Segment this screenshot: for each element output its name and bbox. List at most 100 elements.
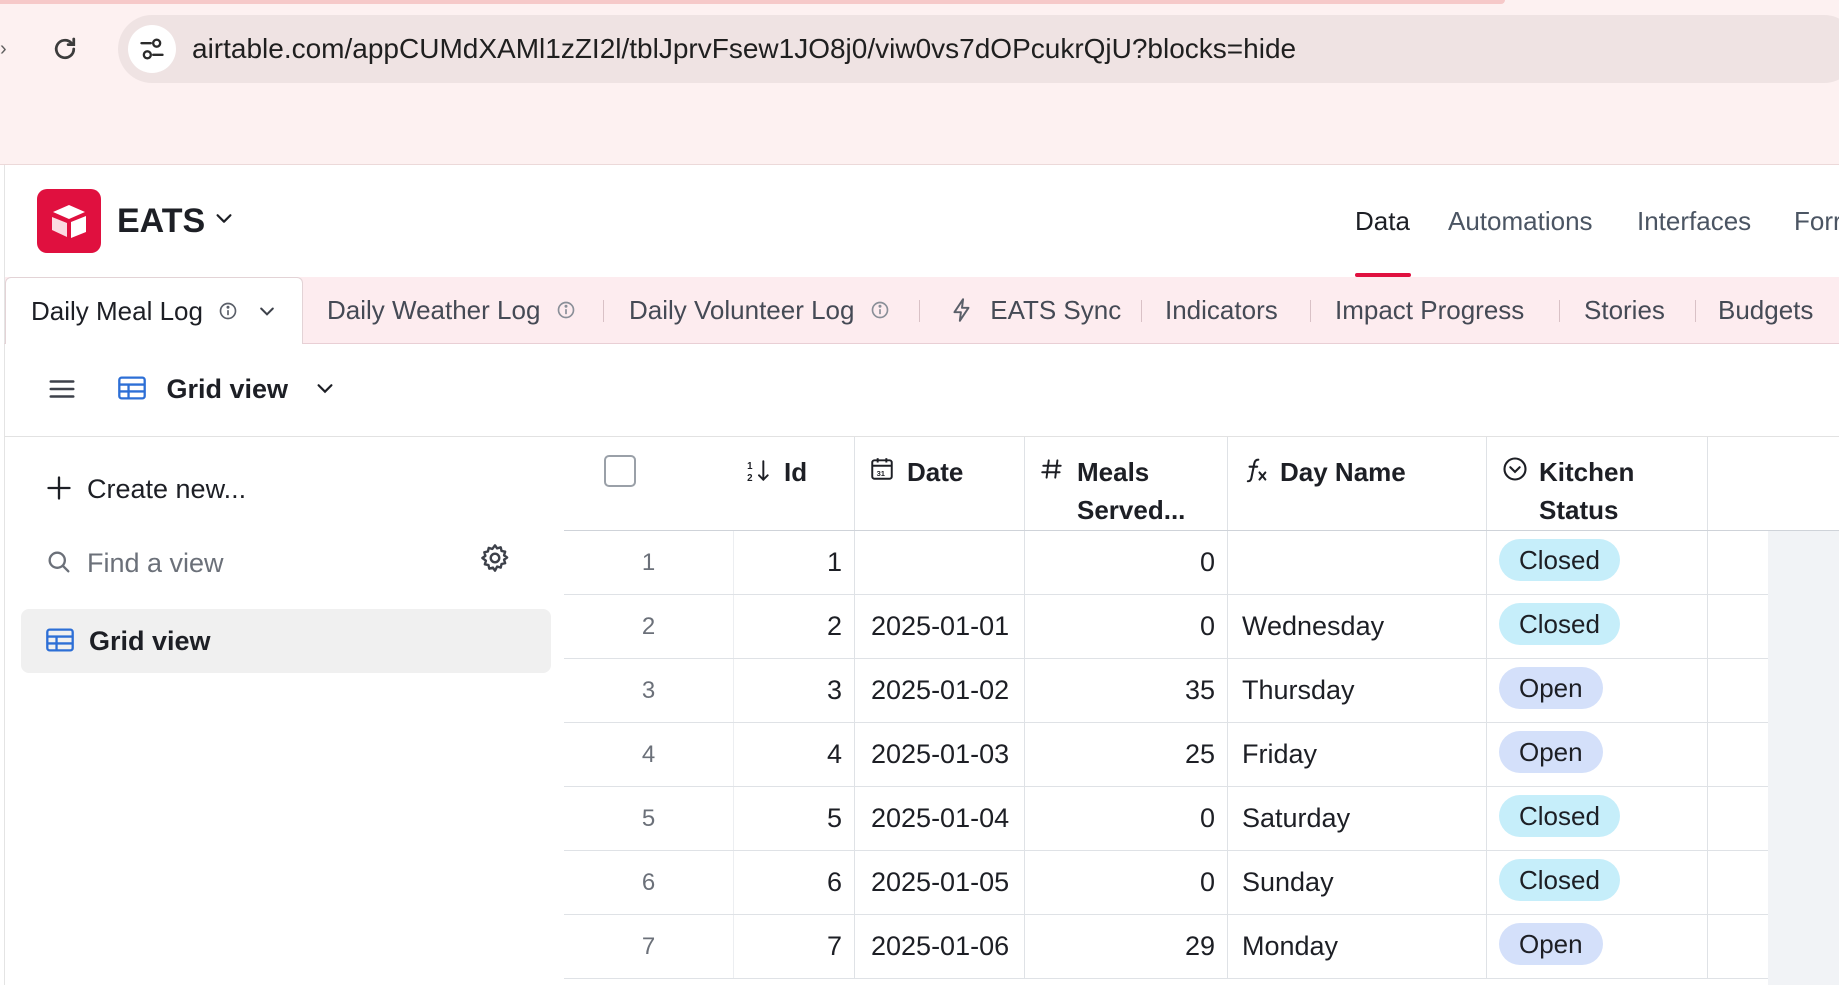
cell-kitchen-status[interactable]: Open — [1487, 659, 1708, 722]
cell-day-name[interactable] — [1228, 531, 1487, 594]
cell-id[interactable]: 6 — [734, 851, 855, 914]
nav-automations[interactable]: Automations — [1448, 205, 1593, 237]
cell-kitchen-status[interactable]: Closed — [1487, 595, 1708, 658]
table-row[interactable]: 3 3 2025-01-02 35 Thursday Open — [564, 659, 1768, 723]
views-sidebar: Create new... Find a view Grid view — [4, 437, 566, 985]
nav-data[interactable]: Data — [1355, 205, 1410, 237]
column-name-line: Kitchen — [1539, 457, 1635, 487]
tab-label: Daily Volunteer Log — [629, 295, 855, 325]
cell-kitchen-status[interactable]: Open — [1487, 723, 1708, 786]
table-row[interactable]: 2 2 2025-01-01 0 Wednesday Closed — [564, 595, 1768, 659]
cell-day-name[interactable]: Friday — [1228, 723, 1487, 786]
forward-chevron-icon[interactable]: › — [0, 38, 10, 60]
tab-daily-volunteer-log[interactable]: Daily Volunteer Log — [629, 277, 890, 343]
info-icon[interactable] — [218, 301, 238, 321]
row-number[interactable]: 1 — [564, 531, 734, 594]
select-all-checkbox[interactable] — [604, 455, 636, 487]
tab-separator — [1559, 300, 1560, 322]
tab-eats-sync[interactable]: EATS Sync — [949, 277, 1121, 343]
row-number[interactable]: 3 — [564, 659, 734, 722]
site-settings-button[interactable] — [128, 25, 176, 73]
base-name[interactable]: EATS — [117, 195, 205, 247]
lightning-icon — [953, 297, 970, 322]
column-name-line: Served... — [1077, 495, 1186, 525]
row-number[interactable]: 4 — [564, 723, 734, 786]
nav-interfaces[interactable]: Interfaces — [1637, 205, 1751, 237]
cell-meals-served[interactable]: 35 — [1025, 659, 1228, 722]
tab-separator — [919, 300, 920, 322]
gear-icon[interactable] — [479, 542, 511, 574]
tab-budgets[interactable]: Budgets — [1718, 277, 1813, 343]
cell-meals-served[interactable]: 0 — [1025, 595, 1228, 658]
view-switcher[interactable]: Grid view — [117, 366, 336, 412]
info-icon[interactable] — [870, 300, 890, 320]
cell-date[interactable]: 2025-01-04 — [855, 787, 1025, 850]
row-number[interactable]: 2 — [564, 595, 734, 658]
cell-day-name[interactable]: Sunday — [1228, 851, 1487, 914]
column-header-date[interactable]: 31 Date — [855, 437, 1025, 530]
cell-id[interactable]: 3 — [734, 659, 855, 722]
column-header-day-name[interactable]: Day Name — [1228, 437, 1487, 530]
cell-id[interactable]: 7 — [734, 915, 855, 978]
cell-date[interactable]: 2025-01-06 — [855, 915, 1025, 978]
chevron-down-icon[interactable] — [257, 301, 277, 321]
cell-id[interactable]: 1 — [734, 531, 855, 594]
cell-day-name[interactable]: Wednesday — [1228, 595, 1487, 658]
cell-day-name[interactable]: Saturday — [1228, 787, 1487, 850]
nav-forms[interactable]: Forr — [1794, 205, 1839, 237]
tab-stories[interactable]: Stories — [1584, 277, 1665, 343]
table-row[interactable]: 4 4 2025-01-03 25 Friday Open — [564, 723, 1768, 787]
tab-indicators[interactable]: Indicators — [1165, 277, 1278, 343]
cell-id[interactable]: 5 — [734, 787, 855, 850]
url-text[interactable]: airtable.com/appCUMdXAMl1zZI2l/tblJprvFs… — [192, 15, 1296, 83]
cell-id[interactable]: 4 — [734, 723, 855, 786]
cell-kitchen-status[interactable]: Closed — [1487, 787, 1708, 850]
cell-day-name[interactable]: Monday — [1228, 915, 1487, 978]
airtable-logo-icon[interactable] — [37, 189, 101, 253]
status-badge: Closed — [1499, 858, 1620, 901]
sidebar-view-grid[interactable]: Grid view — [21, 609, 551, 673]
cell-meals-served[interactable]: 0 — [1025, 787, 1228, 850]
tab-impact-progress[interactable]: Impact Progress — [1335, 277, 1524, 343]
chevron-down-icon[interactable] — [213, 207, 235, 229]
grid-empty-area — [1768, 531, 1839, 985]
address-bar[interactable]: airtable.com/appCUMdXAMl1zZI2l/tblJprvFs… — [118, 15, 1839, 83]
cell-kitchen-status[interactable]: Closed — [1487, 851, 1708, 914]
search-icon — [48, 551, 70, 573]
cell-meals-served[interactable]: 0 — [1025, 851, 1228, 914]
sort-number-icon: 1 2 — [747, 460, 769, 484]
cell-date[interactable] — [855, 531, 1025, 594]
cell-kitchen-status[interactable]: Closed — [1487, 531, 1708, 594]
column-header-id[interactable]: 1 2 Id — [564, 437, 855, 530]
table-row[interactable]: 6 6 2025-01-05 0 Sunday Closed — [564, 851, 1768, 915]
table-row[interactable]: 1 1 0 Closed — [564, 531, 1768, 595]
row-number[interactable]: 5 — [564, 787, 734, 850]
row-number[interactable]: 7 — [564, 915, 734, 978]
info-icon[interactable] — [556, 300, 576, 320]
cell-meals-served[interactable]: 0 — [1025, 531, 1228, 594]
cell-date[interactable]: 2025-01-03 — [855, 723, 1025, 786]
table-row[interactable]: 5 5 2025-01-04 0 Saturday Closed — [564, 787, 1768, 851]
svg-text:1: 1 — [747, 461, 753, 472]
row-number[interactable]: 6 — [564, 851, 734, 914]
column-header-kitchen-status[interactable]: Kitchen Status — [1487, 437, 1708, 530]
cell-date[interactable]: 2025-01-05 — [855, 851, 1025, 914]
create-new-view-button[interactable]: Create new... — [45, 469, 246, 509]
add-field-header[interactable] — [1708, 437, 1768, 530]
cell-id[interactable]: 2 — [734, 595, 855, 658]
tab-daily-weather-log[interactable]: Daily Weather Log — [327, 277, 576, 343]
find-view-input[interactable]: Find a view — [45, 543, 525, 583]
menu-icon[interactable] — [47, 374, 77, 404]
cell-kitchen-status[interactable]: Open — [1487, 915, 1708, 978]
cell-meals-served[interactable]: 25 — [1025, 723, 1228, 786]
column-name: Day Name — [1280, 457, 1406, 487]
cell-day-name[interactable]: Thursday — [1228, 659, 1487, 722]
tab-daily-meal-log[interactable]: Daily Meal Log — [5, 277, 304, 344]
cell-date[interactable]: 2025-01-02 — [855, 659, 1025, 722]
cell-date[interactable]: 2025-01-01 — [855, 595, 1025, 658]
column-header-meals-served[interactable]: Meals Served... — [1025, 437, 1228, 530]
cell-meals-served[interactable]: 29 — [1025, 915, 1228, 978]
reload-button[interactable] — [46, 30, 84, 68]
table-row[interactable]: 7 7 2025-01-06 29 Monday Open — [564, 915, 1768, 979]
status-badge: Closed — [1499, 602, 1620, 645]
